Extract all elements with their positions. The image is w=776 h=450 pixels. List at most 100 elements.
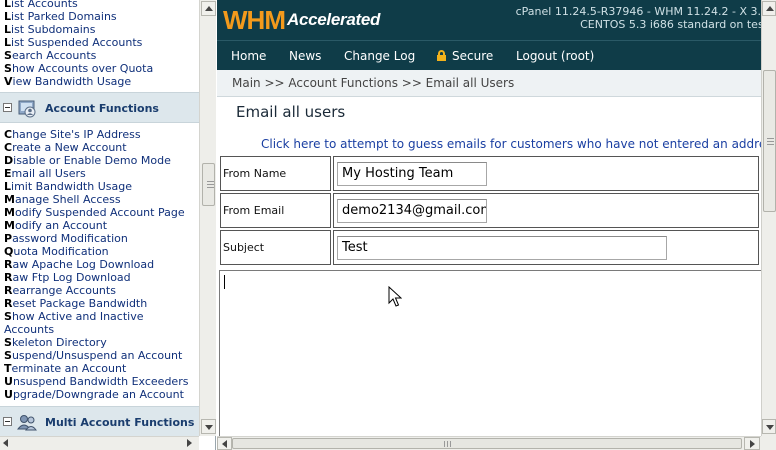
page-title: Email all users <box>236 103 346 121</box>
link-label: keleton Directory <box>11 336 107 349</box>
link-label: uota Modification <box>13 245 109 258</box>
nav-news[interactable]: News <box>289 49 321 63</box>
link-label: ist Subdomains <box>11 23 96 36</box>
sidebar-item-link[interactable]: Modify an Account <box>0 219 199 232</box>
sidebar-item-link[interactable]: Manage Shell Access <box>0 193 199 206</box>
link-initial: L <box>4 0 12 10</box>
from-name-cell: My Hosting Team <box>333 156 759 191</box>
link-initial: C <box>4 141 13 154</box>
sidebar-vertical-scrollbar[interactable] <box>199 0 216 436</box>
sidebar-horizontal-scrollbar[interactable] <box>0 436 199 450</box>
scroll-thumb[interactable] <box>202 163 215 206</box>
nav-secure[interactable]: Secure <box>437 49 493 63</box>
sidebar-item-link[interactable]: Reset Package Bandwidth <box>0 297 199 310</box>
whm-logo[interactable]: WHM Accelerated <box>223 6 380 34</box>
from-email-cell: demo2134@gmail.com <box>333 193 759 228</box>
section-multi-account-functions[interactable]: Multi Account Functions <box>0 406 199 436</box>
from-email-label: From Email <box>220 193 332 228</box>
collapse-icon[interactable] <box>3 417 12 426</box>
link-initial: S <box>4 49 12 62</box>
link-initial: P <box>4 232 13 245</box>
nav-home[interactable]: Home <box>231 49 266 63</box>
link-initial: D <box>4 154 14 167</box>
sidebar-item-link[interactable]: List Accounts <box>0 0 199 10</box>
link-initial: C <box>4 128 13 141</box>
sidebar-item-link[interactable]: Disable or Enable Demo Mode <box>0 154 199 167</box>
scroll-down-button[interactable] <box>201 419 216 434</box>
sidebar-item-link[interactable]: Change Site's IP Address <box>0 128 199 141</box>
scroll-thumb[interactable] <box>763 70 776 212</box>
main-content: Main >> Account Functions >> Email all U… <box>217 70 761 436</box>
main-horizontal-scrollbar[interactable] <box>217 436 761 450</box>
sidebar-item-link[interactable]: Suspend/Unsuspend an Account <box>0 349 199 362</box>
lock-icon <box>437 50 446 61</box>
sidebar-item-link[interactable]: Email all Users <box>0 167 199 180</box>
sidebar-item-link[interactable]: Search Accounts <box>0 49 199 62</box>
sidebar-item-link[interactable]: Password Modification <box>0 232 199 245</box>
link-initial: Q <box>4 245 14 258</box>
sidebar-item-link[interactable]: Quota Modification <box>0 245 199 258</box>
sidebar-item-link[interactable]: Create a New Account <box>0 141 199 154</box>
sidebar-item-link[interactable]: Limit Bandwidth Usage <box>0 180 199 193</box>
link-label: how Active and Inactive <box>11 310 144 323</box>
link-label: imit Bandwidth Usage <box>11 180 132 193</box>
scroll-right-button[interactable] <box>744 437 760 450</box>
scroll-down-button[interactable] <box>762 419 776 434</box>
main-vertical-scrollbar[interactable] <box>761 0 776 436</box>
sidebar-item-link[interactable]: Modify Suspended Account Page <box>0 206 199 219</box>
link-label: aw Apache Log Download <box>12 258 155 271</box>
link-initial: M <box>4 219 15 232</box>
link-label: earch Accounts <box>11 49 97 62</box>
sidebar-item-link[interactable]: Raw Apache Log Download <box>0 258 199 271</box>
nav-logout[interactable]: Logout (root) <box>516 49 594 63</box>
sidebar-item-link[interactable]: Skeleton Directory <box>0 336 199 349</box>
header-bar: WHM Accelerated cPanel 11.24.5-R37946 - W… <box>217 0 776 40</box>
sidebar-item-link[interactable]: Raw Ftp Log Download <box>0 271 199 284</box>
scroll-up-button[interactable] <box>762 1 776 16</box>
collapse-icon[interactable] <box>3 103 12 112</box>
logo-main-text: WHM <box>223 5 286 35</box>
sidebar-item-link[interactable]: View Bandwidth Usage <box>0 75 199 88</box>
sidebar-item-link[interactable]: Unsuspend Bandwidth Exceeders <box>0 375 199 388</box>
subject-input[interactable]: Test <box>337 235 668 260</box>
scroll-up-button[interactable] <box>201 1 216 16</box>
form-row-from-name: From Name My Hosting Team <box>220 156 759 191</box>
sidebar-item-link[interactable]: Show Active and Inactive <box>0 310 199 323</box>
breadcrumb[interactable]: Main >> Account Functions >> Email all U… <box>217 70 761 97</box>
link-initial: L <box>4 36 12 49</box>
version-line: cPanel 11.24.5-R37946 - WHM 11.24.2 - X … <box>515 5 768 18</box>
sidebar-item-link[interactable]: List Suspended Accounts <box>0 36 199 49</box>
sidebar-item-link[interactable]: Accounts <box>0 323 199 336</box>
text-caret <box>224 275 225 289</box>
from-name-input[interactable]: My Hosting Team <box>337 161 488 186</box>
sidebar-item-link[interactable]: Show Accounts over Quota <box>0 62 199 75</box>
link-label: aw Ftp Log Download <box>12 271 131 284</box>
sidebar-item-link[interactable]: Terminate an Account <box>0 362 199 375</box>
mouse-pointer-icon <box>388 286 402 307</box>
link-label: anage Shell Access <box>14 193 121 206</box>
message-body-textarea[interactable] <box>219 270 761 436</box>
scroll-right-icon[interactable] <box>187 439 192 447</box>
email-form: From Name My Hosting Team From Email dem… <box>218 154 761 267</box>
from-name-label: From Name <box>220 156 332 191</box>
nav-change-log[interactable]: Change Log <box>344 49 415 63</box>
scroll-thumb[interactable] <box>232 438 742 449</box>
section-account-functions[interactable]: Account Functions <box>0 92 199 123</box>
link-label: ist Accounts <box>11 0 78 10</box>
sidebar-item-link[interactable]: Rearrange Accounts <box>0 284 199 297</box>
sidebar-item-link[interactable]: List Subdomains <box>0 23 199 36</box>
link-label: eset Package Bandwidth <box>12 297 148 310</box>
guess-emails-link[interactable]: Click here to attempt to guess emails fo… <box>261 137 761 151</box>
account-functions-icon <box>18 100 36 118</box>
scroll-left-icon[interactable] <box>3 439 8 447</box>
link-label: mail all Users <box>11 167 86 180</box>
link-initial: S <box>4 336 12 349</box>
sidebar-item-link[interactable]: List Parked Domains <box>0 10 199 23</box>
sidebar-list: List Accounts List Parked Domains List Sub… <box>0 0 199 436</box>
link-initial: L <box>4 10 12 23</box>
sidebar-item-link[interactable]: Upgrade/Downgrade an Account <box>0 388 199 401</box>
account-functions-links: Change Site's IP Address Create a New Acc… <box>0 128 199 401</box>
from-email-input[interactable]: demo2134@gmail.com <box>337 198 488 223</box>
link-initial: V <box>4 75 13 88</box>
scroll-left-button[interactable] <box>217 437 232 450</box>
